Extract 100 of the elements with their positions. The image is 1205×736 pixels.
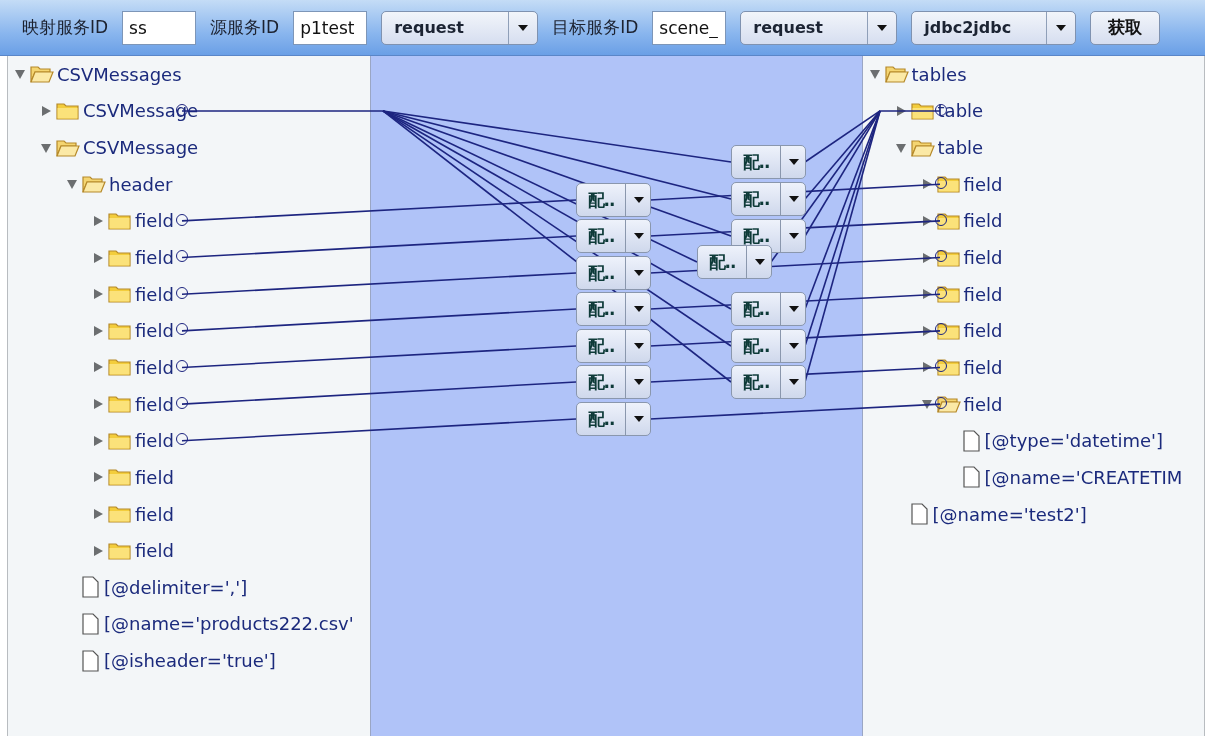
- field-label: 目标服务ID: [552, 16, 639, 39]
- folder-icon: [108, 320, 132, 341]
- tree-node-label[interactable]: [@name='test2']: [932, 503, 1087, 525]
- mapping-function-button[interactable]: 配..: [731, 365, 806, 399]
- expand-toggle-icon[interactable]: [920, 398, 933, 411]
- mapping-function-button[interactable]: 配..: [731, 292, 806, 326]
- caret-icon: [517, 23, 530, 32]
- tree-node-label[interactable]: field: [135, 356, 174, 378]
- expand-toggle-icon[interactable]: [920, 178, 933, 191]
- tree-node-label[interactable]: field: [135, 283, 174, 305]
- mapping-function-button[interactable]: 配..: [731, 145, 806, 179]
- expand-toggle-icon[interactable]: [92, 471, 104, 484]
- expand-toggle-icon[interactable]: [66, 178, 78, 191]
- tree-node-label[interactable]: field: [135, 320, 174, 342]
- caret-icon: [1055, 23, 1068, 32]
- folder-icon: [936, 284, 961, 305]
- expand-toggle-icon[interactable]: [92, 544, 104, 557]
- file-icon: [962, 466, 981, 489]
- caret-icon: [789, 195, 799, 203]
- tree-node-label[interactable]: CSVMessages: [57, 63, 182, 85]
- mapping-function-button[interactable]: 配..: [576, 183, 651, 217]
- caret-icon: [634, 269, 644, 277]
- tree-node-label[interactable]: [@type='datetime']: [984, 430, 1164, 452]
- caret-icon: [789, 305, 799, 313]
- tree-node-label[interactable]: field: [135, 210, 174, 232]
- expand-toggle-icon[interactable]: [92, 361, 104, 374]
- input-field[interactable]: p1test: [293, 10, 368, 45]
- folder-icon: [108, 467, 132, 488]
- tree-node-label[interactable]: field: [135, 393, 174, 415]
- expand-toggle-icon[interactable]: [92, 508, 104, 520]
- mapping-function-button[interactable]: 配..: [576, 219, 651, 253]
- tree-node-label[interactable]: table: [937, 137, 984, 159]
- folder-icon: [108, 504, 132, 524]
- tree-node-label[interactable]: [@isheader='true']: [104, 650, 276, 672]
- tree-node-label[interactable]: field: [963, 247, 1003, 268]
- folder-icon: [884, 64, 909, 85]
- input-field[interactable]: ss: [122, 10, 197, 45]
- expand-toggle-icon[interactable]: [92, 434, 104, 447]
- tree-node-label[interactable]: field: [963, 173, 1003, 195]
- expand-toggle-icon[interactable]: [40, 141, 52, 154]
- folder-icon: [108, 540, 132, 561]
- tree-node-label[interactable]: field: [963, 210, 1003, 232]
- dropdown[interactable]: request: [381, 10, 539, 45]
- tree-node-label[interactable]: field: [135, 247, 174, 268]
- fetch-button[interactable]: 获取: [1090, 10, 1161, 45]
- mapping-function-button[interactable]: 配..: [576, 292, 651, 326]
- expand-toggle-icon[interactable]: [920, 361, 933, 374]
- expand-toggle-icon[interactable]: [92, 398, 104, 411]
- caret-icon: [755, 258, 765, 266]
- mapping-function-button[interactable]: 配..: [576, 402, 651, 436]
- folder-icon: [936, 174, 961, 195]
- tree-node-label[interactable]: field: [963, 356, 1003, 378]
- expand-toggle-icon[interactable]: [868, 68, 881, 81]
- expand-toggle-icon[interactable]: [894, 141, 907, 154]
- expand-toggle-icon[interactable]: [92, 214, 104, 227]
- dropdown[interactable]: jdbc2jdbc: [911, 10, 1077, 45]
- caret-icon: [634, 305, 644, 313]
- tree-node-label[interactable]: field: [963, 393, 1003, 415]
- dropdown[interactable]: request: [740, 10, 898, 45]
- tree-node-label[interactable]: CSVMessage: [83, 137, 199, 159]
- tree-node-label[interactable]: field: [135, 503, 174, 525]
- field-label: 映射服务ID: [22, 16, 109, 39]
- tree-node-label[interactable]: field: [135, 430, 174, 452]
- tree-node-label[interactable]: field: [135, 540, 174, 562]
- folder-icon: [108, 394, 132, 415]
- tree-node-label[interactable]: tables: [911, 63, 967, 85]
- caret-icon: [789, 232, 799, 240]
- mapping-function-button[interactable]: 配..: [576, 329, 651, 363]
- folder-icon: [56, 137, 80, 158]
- expand-toggle-icon[interactable]: [920, 288, 933, 301]
- expand-toggle-icon[interactable]: [92, 288, 104, 301]
- folder-icon: [30, 64, 54, 85]
- mapping-function-button[interactable]: 配..: [731, 329, 806, 363]
- tree-node-label[interactable]: header: [109, 173, 173, 195]
- tree-node-label[interactable]: [@name='products222.csv': [104, 613, 354, 635]
- caret-icon: [789, 158, 799, 166]
- tree-node-label[interactable]: [@delimiter=',']: [104, 576, 248, 598]
- mapping-function-button[interactable]: 配..: [697, 245, 772, 279]
- mapping-function-button[interactable]: 配..: [731, 182, 806, 216]
- folder-icon: [108, 210, 132, 231]
- expand-toggle-icon[interactable]: [920, 324, 933, 337]
- folder-icon: [108, 357, 132, 378]
- expand-toggle-icon[interactable]: [92, 251, 104, 264]
- expand-toggle-icon[interactable]: [92, 324, 104, 337]
- file-icon: [82, 612, 100, 635]
- mapping-function-button[interactable]: 配..: [576, 256, 651, 290]
- tree-node-label[interactable]: [@name='CREATETIM: [984, 466, 1183, 488]
- folder-icon: [936, 210, 961, 231]
- input-field[interactable]: scene_: [652, 10, 727, 45]
- expand-toggle-icon[interactable]: [920, 214, 933, 227]
- caret-icon: [634, 196, 644, 204]
- mapping-function-button[interactable]: 配..: [576, 365, 651, 399]
- expand-toggle-icon[interactable]: [40, 104, 52, 117]
- tree-node-label[interactable]: field: [963, 283, 1003, 305]
- tree-node-label[interactable]: table: [937, 100, 984, 122]
- file-icon: [910, 503, 929, 525]
- tree-node-label[interactable]: field: [963, 320, 1003, 342]
- folder-icon: [936, 320, 961, 341]
- tree-node-label[interactable]: field: [135, 466, 174, 488]
- expand-toggle-icon[interactable]: [14, 68, 26, 81]
